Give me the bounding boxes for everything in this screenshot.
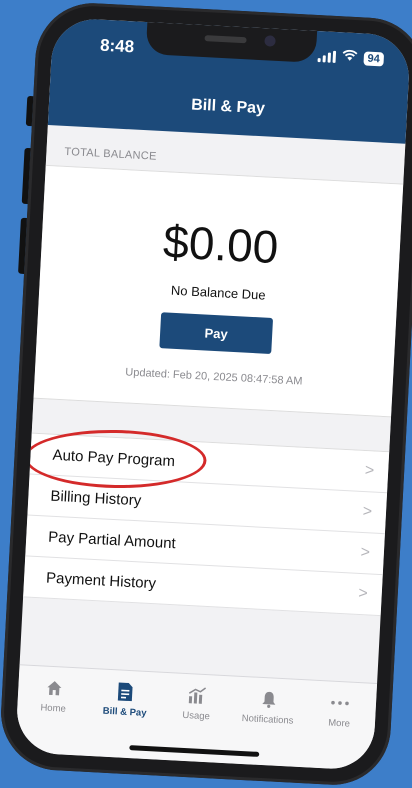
pay-button[interactable]: Pay — [159, 312, 274, 354]
status-time: 8:48 — [99, 35, 135, 57]
signal-icon — [317, 50, 336, 63]
chevron-right-icon: > — [360, 543, 371, 562]
status-icons: 94 — [317, 48, 385, 66]
bill-icon — [117, 680, 134, 703]
bell-icon — [260, 688, 277, 711]
mute-switch — [25, 95, 34, 127]
page-title: Bill & Pay — [190, 96, 266, 118]
tab-label: More — [327, 717, 351, 730]
menu-item-label: Billing History — [50, 487, 142, 509]
battery-icon: 94 — [363, 50, 385, 66]
phone-frame: 8:48 94 Bill & Pay TOTAL BALANCE $0.00 N… — [0, 0, 412, 788]
menu-item-label: Payment History — [45, 569, 157, 592]
volume-down-button — [18, 217, 27, 274]
tab-label: Home — [40, 702, 67, 715]
balance-card: $0.00 No Balance Due Pay Updated: Feb 20… — [33, 165, 404, 418]
tab-more[interactable]: More — [306, 690, 372, 770]
camera-icon — [264, 35, 276, 47]
bill-menu: Auto Pay Program > Billing History > Pay… — [23, 428, 390, 617]
wifi-icon — [341, 49, 358, 65]
balance-amount: $0.00 — [162, 215, 280, 274]
phone-screen: 8:48 94 Bill & Pay TOTAL BALANCE $0.00 N… — [14, 17, 412, 771]
tab-bar: Home Bill & Pay Usage Notifications More — [14, 664, 378, 771]
chevron-right-icon: > — [362, 503, 373, 521]
tab-label: Bill & Pay — [102, 705, 147, 719]
home-icon — [45, 677, 64, 700]
menu-item-label: Auto Pay Program — [52, 446, 176, 470]
tab-label: Notifications — [241, 712, 294, 727]
tab-label: Usage — [182, 709, 211, 723]
menu-item-label: Pay Partial Amount — [47, 528, 177, 552]
speaker — [204, 35, 247, 44]
chevron-right-icon: > — [364, 462, 375, 480]
tab-home[interactable]: Home — [20, 675, 86, 755]
usage-icon — [187, 684, 208, 707]
chevron-right-icon: > — [357, 584, 369, 603]
volume-up-button — [21, 147, 31, 205]
balance-status: No Balance Due — [170, 282, 266, 303]
updated-timestamp: Updated: Feb 20, 2025 08:47:58 AM — [125, 366, 303, 388]
more-icon — [330, 692, 351, 715]
